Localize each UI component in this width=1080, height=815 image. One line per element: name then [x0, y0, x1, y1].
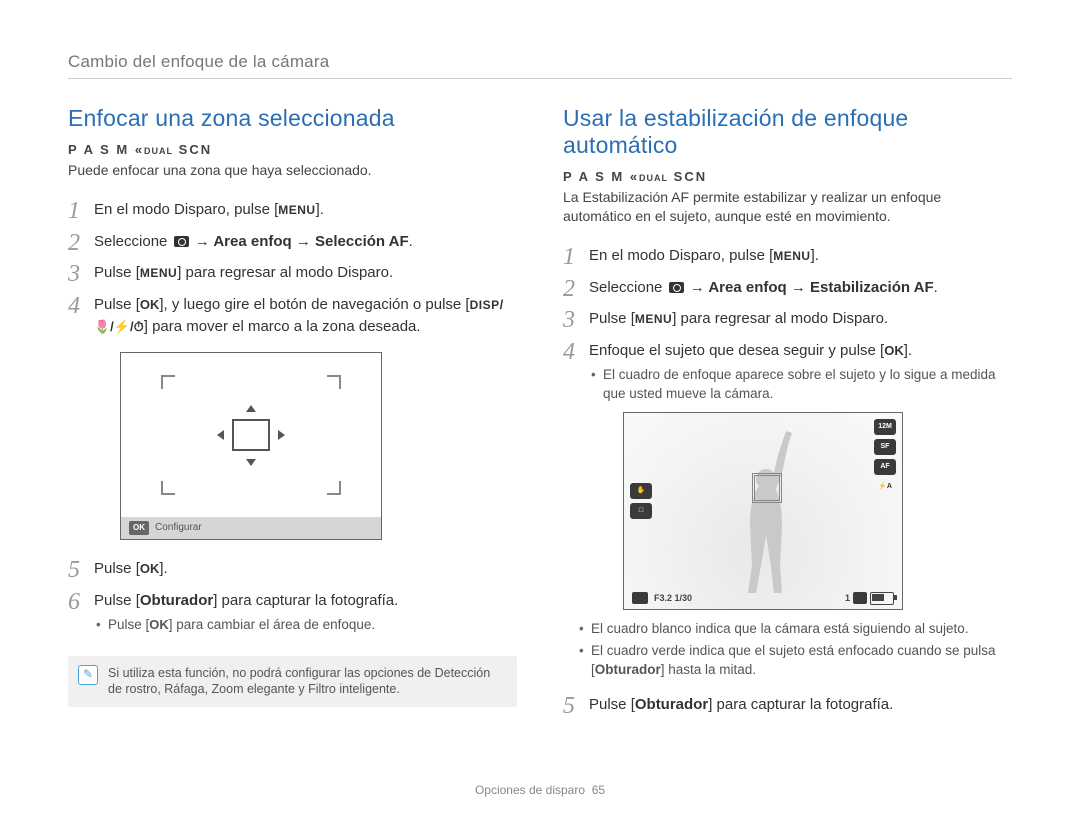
ok-chip: OK — [129, 521, 149, 535]
menu-button-label: MENU — [140, 265, 177, 282]
breadcrumb: Cambio del enfoque de la cámara — [68, 52, 1012, 79]
info-icon: ✎ — [78, 665, 98, 685]
battery-icon — [870, 592, 894, 605]
camera-mode-icon — [632, 592, 648, 604]
frame-corner — [161, 481, 175, 495]
osd-af: AF — [874, 459, 896, 475]
menu-button-label: MENU — [773, 248, 810, 265]
right-step-5: Pulse [Obturador] para capturar la fotog… — [563, 689, 1012, 721]
left-step-5: Pulse [OK]. — [68, 553, 517, 585]
viewfinder-footer: OK Configurar — [121, 517, 381, 540]
left-steps: En el modo Disparo, pulse [MENU]. Selecc… — [68, 194, 517, 644]
right-step-3: Pulse [MENU] para regresar al modo Dispa… — [563, 303, 1012, 335]
page-footer: Opciones de disparo 65 — [0, 783, 1080, 797]
sd-icon — [853, 592, 867, 604]
frame-corner — [327, 481, 341, 495]
osd-resolution: 12M — [874, 419, 896, 435]
right-sub-a: El cuadro blanco indica que la cámara es… — [577, 620, 1012, 639]
viewfinder-footer-label: Configurar — [155, 521, 202, 536]
right-step-1: En el modo Disparo, pulse [MENU]. — [563, 240, 1012, 272]
page: Cambio del enfoque de la cámara Enfocar … — [0, 0, 1080, 721]
person-silhouette — [730, 425, 800, 595]
tracking-focus-box — [752, 473, 782, 503]
right-sub-b: El cuadro verde indica que el sujeto est… — [577, 642, 1012, 680]
viewfinder-selection-af: OK Configurar — [120, 352, 382, 541]
info-note: ✎ Si utiliza esta función, no podrá conf… — [68, 656, 517, 708]
camera-icon — [669, 282, 684, 293]
left-intro: Puede enfocar una zona que haya seleccio… — [68, 161, 517, 180]
frame-corner — [327, 375, 341, 389]
frame-corner — [161, 375, 175, 389]
right-column: Usar la estabilización de enfoque automá… — [563, 105, 1012, 721]
right-step-2: Seleccione → Area enfoq → Estabilización… — [563, 272, 1012, 304]
right-heading: Usar la estabilización de enfoque automá… — [563, 105, 1012, 159]
left-step-6: Pulse [Obturador] para capturar la fotog… — [68, 585, 517, 644]
left-sub-6: Pulse [OK] para cambiar el área de enfoq… — [94, 616, 517, 635]
viewfinder-tracking-af: 12M SF AF ⚡A ✋ □ F3.2 1/30 — [623, 412, 903, 610]
exposure-readout: F3.2 1/30 — [654, 592, 692, 605]
focus-box — [232, 419, 270, 451]
right-intro: La Estabilización AF permite estabilizar… — [563, 188, 1012, 226]
osd-format: SF — [874, 439, 896, 455]
right-steps: En el modo Disparo, pulse [MENU]. Selecc… — [563, 240, 1012, 721]
ok-button-label: OK — [140, 561, 160, 576]
osd-right-column: 12M SF AF ⚡A — [874, 419, 896, 495]
mode-indicators-right: P A S M «DUAL SCN — [563, 169, 1012, 184]
viewfinder-body — [121, 353, 381, 517]
osd-stabilizer-icon: ✋ — [630, 483, 652, 499]
note-text: Si utiliza esta función, no podrá config… — [108, 665, 507, 699]
shot-count: 1 — [845, 592, 850, 605]
mode-indicators-left: P A S M «DUAL SCN — [68, 142, 517, 157]
left-column: Enfocar una zona seleccionada P A S M «D… — [68, 105, 517, 721]
osd-area-icon: □ — [630, 503, 652, 519]
camera-icon — [174, 236, 189, 247]
arrow-down-icon — [246, 459, 256, 466]
left-step-2: Seleccione → Area enfoq → Selección AF. — [68, 226, 517, 258]
left-heading: Enfocar una zona seleccionada — [68, 105, 517, 132]
arrow-right-icon — [278, 430, 285, 440]
ok-button-label: OK — [884, 343, 904, 358]
two-column-layout: Enfocar una zona seleccionada P A S M «D… — [68, 105, 1012, 721]
ok-button-label: OK — [140, 297, 160, 312]
left-step-1: En el modo Disparo, pulse [MENU]. — [68, 194, 517, 226]
menu-button-label: MENU — [635, 311, 672, 328]
viewfinder-footer: F3.2 1/30 1 — [632, 592, 894, 605]
left-step-4: Pulse [OK], y luego gire el botón de nav… — [68, 289, 517, 553]
arrow-left-icon — [217, 430, 224, 440]
osd-flash: ⚡A — [874, 479, 896, 495]
right-step-4: Enfoque el sujeto que desea seguir y pul… — [563, 335, 1012, 689]
osd-left-column: ✋ □ — [630, 483, 652, 519]
left-step-3: Pulse [MENU] para regresar al modo Dispa… — [68, 257, 517, 289]
right-sub-4: El cuadro de enfoque aparece sobre el su… — [589, 366, 1012, 404]
arrow-up-icon — [246, 405, 256, 412]
menu-button-label: MENU — [278, 202, 315, 219]
